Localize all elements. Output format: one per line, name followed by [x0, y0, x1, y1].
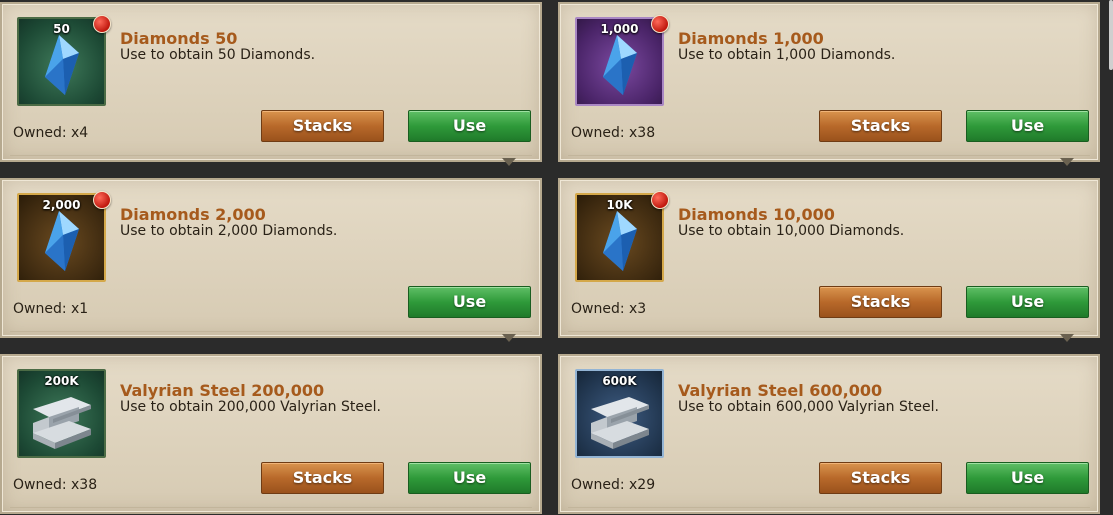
use-button[interactable]: Use — [408, 286, 531, 318]
item-title: Diamonds 2,000 — [120, 205, 266, 224]
owned-count: Owned: x38 — [13, 477, 98, 493]
owned-count: Owned: x1 — [13, 301, 89, 317]
item-quantity-badge: 1,000 — [600, 22, 639, 36]
item-description: Use to obtain 1,000 Diamonds. — [678, 47, 896, 63]
owned-count: Owned: x4 — [13, 125, 89, 141]
use-button[interactable]: Use — [966, 462, 1089, 494]
item-icon-frame[interactable]: 600K — [575, 369, 664, 458]
item-quantity-badge: 600K — [602, 374, 637, 388]
item-icon-frame[interactable]: 10K — [575, 193, 664, 282]
item-card-diamonds-10000: 10K Diamonds 10,000 Use to obtain 10,000… — [558, 178, 1100, 342]
item-title: Diamonds 50 — [120, 29, 238, 48]
use-button[interactable]: Use — [408, 110, 531, 142]
item-description: Use to obtain 2,000 Diamonds. — [120, 223, 338, 239]
use-button[interactable]: Use — [966, 286, 1089, 318]
scrollbar[interactable] — [1109, 0, 1113, 70]
owned-count: Owned: x29 — [571, 477, 656, 493]
item-card-diamonds-2000: 2,000 Diamonds 2,000 Use to obtain 2,000… — [0, 178, 542, 342]
new-item-dot — [93, 191, 111, 209]
new-item-dot — [651, 15, 669, 33]
item-icon-frame[interactable]: 1,000 — [575, 17, 664, 106]
card-notch — [1060, 334, 1074, 342]
new-item-dot — [651, 191, 669, 209]
item-icon-frame[interactable]: 50 — [17, 17, 106, 106]
item-title: Valyrian Steel 600,000 — [678, 381, 883, 400]
new-item-dot — [93, 15, 111, 33]
item-quantity-badge: 200K — [44, 374, 79, 388]
item-title: Valyrian Steel 200,000 — [120, 381, 325, 400]
owned-count: Owned: x3 — [571, 301, 647, 317]
owned-count: Owned: x38 — [571, 125, 656, 141]
item-icon-frame[interactable]: 2,000 — [17, 193, 106, 282]
item-card-diamonds-50: 50 Diamonds 50 Use to obtain 50 Diamonds… — [0, 2, 542, 166]
stacks-button[interactable]: Stacks — [819, 286, 942, 318]
stacks-button[interactable]: Stacks — [261, 462, 384, 494]
item-card-valyrian-steel-200000: 200K Valyrian Steel 200,000 Use to obtai… — [0, 354, 542, 514]
card-notch — [502, 334, 516, 342]
card-notch — [502, 158, 516, 166]
item-title: Diamonds 10,000 — [678, 205, 835, 224]
stacks-button[interactable]: Stacks — [819, 110, 942, 142]
item-title: Diamonds 1,000 — [678, 29, 824, 48]
item-card-diamonds-1000: 1,000 Diamonds 1,000 Use to obtain 1,000… — [558, 2, 1100, 166]
use-button[interactable]: Use — [408, 462, 531, 494]
item-quantity-badge: 2,000 — [42, 198, 81, 212]
card-notch — [1060, 158, 1074, 166]
item-quantity-badge: 10K — [606, 198, 633, 212]
item-description: Use to obtain 600,000 Valyrian Steel. — [678, 399, 939, 415]
item-description: Use to obtain 10,000 Diamonds. — [678, 223, 905, 239]
stacks-button[interactable]: Stacks — [261, 110, 384, 142]
use-button[interactable]: Use — [966, 110, 1089, 142]
item-quantity-badge: 50 — [53, 22, 70, 36]
item-icon-frame[interactable]: 200K — [17, 369, 106, 458]
item-card-valyrian-steel-600000: 600K Valyrian Steel 600,000 Use to obtai… — [558, 354, 1100, 514]
item-description: Use to obtain 50 Diamonds. — [120, 47, 316, 63]
stacks-button[interactable]: Stacks — [819, 462, 942, 494]
item-description: Use to obtain 200,000 Valyrian Steel. — [120, 399, 381, 415]
